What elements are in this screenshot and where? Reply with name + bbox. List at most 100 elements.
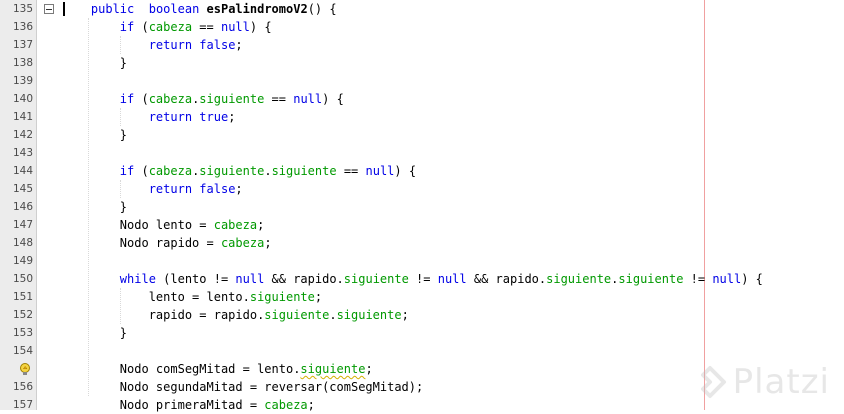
code-token: null <box>712 272 742 286</box>
code-line[interactable]: 148 Nodo rapido = cabeza; <box>0 234 844 252</box>
code-token: siguiente <box>300 362 366 376</box>
line-number: 135 <box>12 3 33 15</box>
code-text[interactable]: } <box>62 324 127 342</box>
code-token: == <box>264 92 294 106</box>
code-token: siguiente <box>343 272 409 286</box>
code-line[interactable]: 142 } <box>0 126 844 144</box>
code-token: ) { <box>322 92 344 106</box>
line-number: 148 <box>12 237 33 249</box>
code-line[interactable]: 154 <box>0 342 844 360</box>
line-number: 143 <box>12 147 33 159</box>
code-token: ; <box>264 236 272 250</box>
code-token: esPalindromoV2 <box>206 2 308 16</box>
code-line[interactable]: 151 lento = lento.siguiente; <box>0 288 844 306</box>
code-text[interactable]: public boolean esPalindromoV2() { <box>62 0 337 18</box>
code-line[interactable]: 153 } <box>0 324 844 342</box>
code-text[interactable]: } <box>62 198 127 216</box>
code-token: ) { <box>249 20 272 34</box>
code-token: . <box>264 164 272 178</box>
code-text[interactable]: } <box>62 54 127 72</box>
code-line[interactable]: 143 <box>0 144 844 162</box>
code-line[interactable]: 146 } <box>0 198 844 216</box>
code-line[interactable]: 138 } <box>0 54 844 72</box>
code-line[interactable]: 147 Nodo lento = cabeza; <box>0 216 844 234</box>
line-number: 154 <box>12 345 33 357</box>
line-number: 145 <box>12 183 33 195</box>
code-text[interactable]: if (cabeza.siguiente == null) { <box>62 90 344 108</box>
line-number: 150 <box>12 273 33 285</box>
code-text[interactable]: return false; <box>62 180 243 198</box>
code-token: rapido = rapido. <box>148 308 265 322</box>
code-token: null <box>293 92 323 106</box>
code-line[interactable]: 137 return false; <box>0 36 844 54</box>
code-line[interactable]: 136 if (cabeza == null) { <box>0 18 844 36</box>
line-number: 139 <box>12 75 33 87</box>
line-number: 140 <box>12 93 33 105</box>
line-number: 153 <box>12 327 33 339</box>
code-text[interactable]: return false; <box>62 36 243 54</box>
line-number: 152 <box>12 309 33 321</box>
code-token: siguiente <box>199 92 265 106</box>
lightbulb-warning-icon[interactable] <box>18 362 32 376</box>
code-token: ; <box>365 362 373 376</box>
code-text[interactable]: Nodo comSegMitad = lento.siguiente; <box>62 360 373 378</box>
code-token: null <box>437 272 467 286</box>
code-text[interactable]: } <box>62 126 127 144</box>
code-token: ; <box>228 110 236 124</box>
code-line[interactable]: 140 if (cabeza.siguiente == null) { <box>0 90 844 108</box>
code-token: siguiente <box>249 290 315 304</box>
line-number: 146 <box>12 201 33 213</box>
code-line[interactable]: 144 if (cabeza.siguiente.siguiente == nu… <box>0 162 844 180</box>
code-text[interactable]: rapido = rapido.siguiente.siguiente; <box>62 306 409 324</box>
code-token: true <box>199 110 229 124</box>
code-line[interactable]: 152 rapido = rapido.siguiente.siguiente; <box>0 306 844 324</box>
code-token: == <box>336 164 366 178</box>
code-token: null <box>235 272 265 286</box>
code-token: public <box>90 2 135 16</box>
code-token: Nodo lento = <box>119 218 214 232</box>
code-token: Nodo comSegMitad = lento. <box>119 362 301 376</box>
code-token: () { <box>307 2 337 16</box>
code-token: cabeza <box>220 236 265 250</box>
code-token: ; <box>401 308 409 322</box>
code-text[interactable]: lento = lento.siguiente; <box>62 288 322 306</box>
code-line[interactable]: 141 return true; <box>0 108 844 126</box>
code-token: cabeza <box>148 20 193 34</box>
code-token: Nodo segundaMitad = reversar(comSegMitad… <box>119 380 424 394</box>
code-text[interactable]: while (lento != null && rapido.siguiente… <box>62 270 763 288</box>
code-text[interactable]: if (cabeza.siguiente.siguiente == null) … <box>62 162 416 180</box>
code-token: siguiente <box>618 272 684 286</box>
code-text[interactable]: Nodo segundaMitad = reversar(comSegMitad… <box>62 378 423 396</box>
code-text[interactable]: Nodo rapido = cabeza; <box>62 234 272 252</box>
line-number: 147 <box>12 219 33 231</box>
code-token: cabeza <box>213 218 258 232</box>
code-line[interactable]: 149 <box>0 252 844 270</box>
platzi-logo-icon <box>700 366 726 398</box>
code-token: && rapido. <box>264 272 344 286</box>
code-token: Nodo rapido = <box>119 236 221 250</box>
code-text[interactable]: Nodo primeraMitad = cabeza; <box>62 396 315 414</box>
code-text[interactable]: Nodo lento = cabeza; <box>62 216 265 234</box>
code-token: false <box>199 38 236 52</box>
code-line[interactable]: 150 while (lento != null && rapido.sigui… <box>0 270 844 288</box>
code-line[interactable]: 139 <box>0 72 844 90</box>
indent-guide <box>120 288 121 324</box>
code-token: ; <box>235 38 243 52</box>
code-token: if <box>119 20 135 34</box>
code-token: != <box>408 272 438 286</box>
code-line[interactable]: 135 public boolean esPalindromoV2() { <box>0 0 844 18</box>
code-token: siguiente <box>271 164 337 178</box>
code-line[interactable]: 145 return false; <box>0 180 844 198</box>
line-number: 142 <box>12 129 33 141</box>
code-token: == <box>192 20 221 34</box>
code-text[interactable]: if (cabeza == null) { <box>62 18 272 36</box>
code-token: ) { <box>394 164 417 178</box>
code-token: if <box>119 92 135 106</box>
code-token: siguiente <box>546 272 612 286</box>
code-token: } <box>119 56 128 70</box>
code-token: null <box>220 20 250 34</box>
indent-guide <box>120 180 121 198</box>
code-token: ; <box>314 290 323 304</box>
